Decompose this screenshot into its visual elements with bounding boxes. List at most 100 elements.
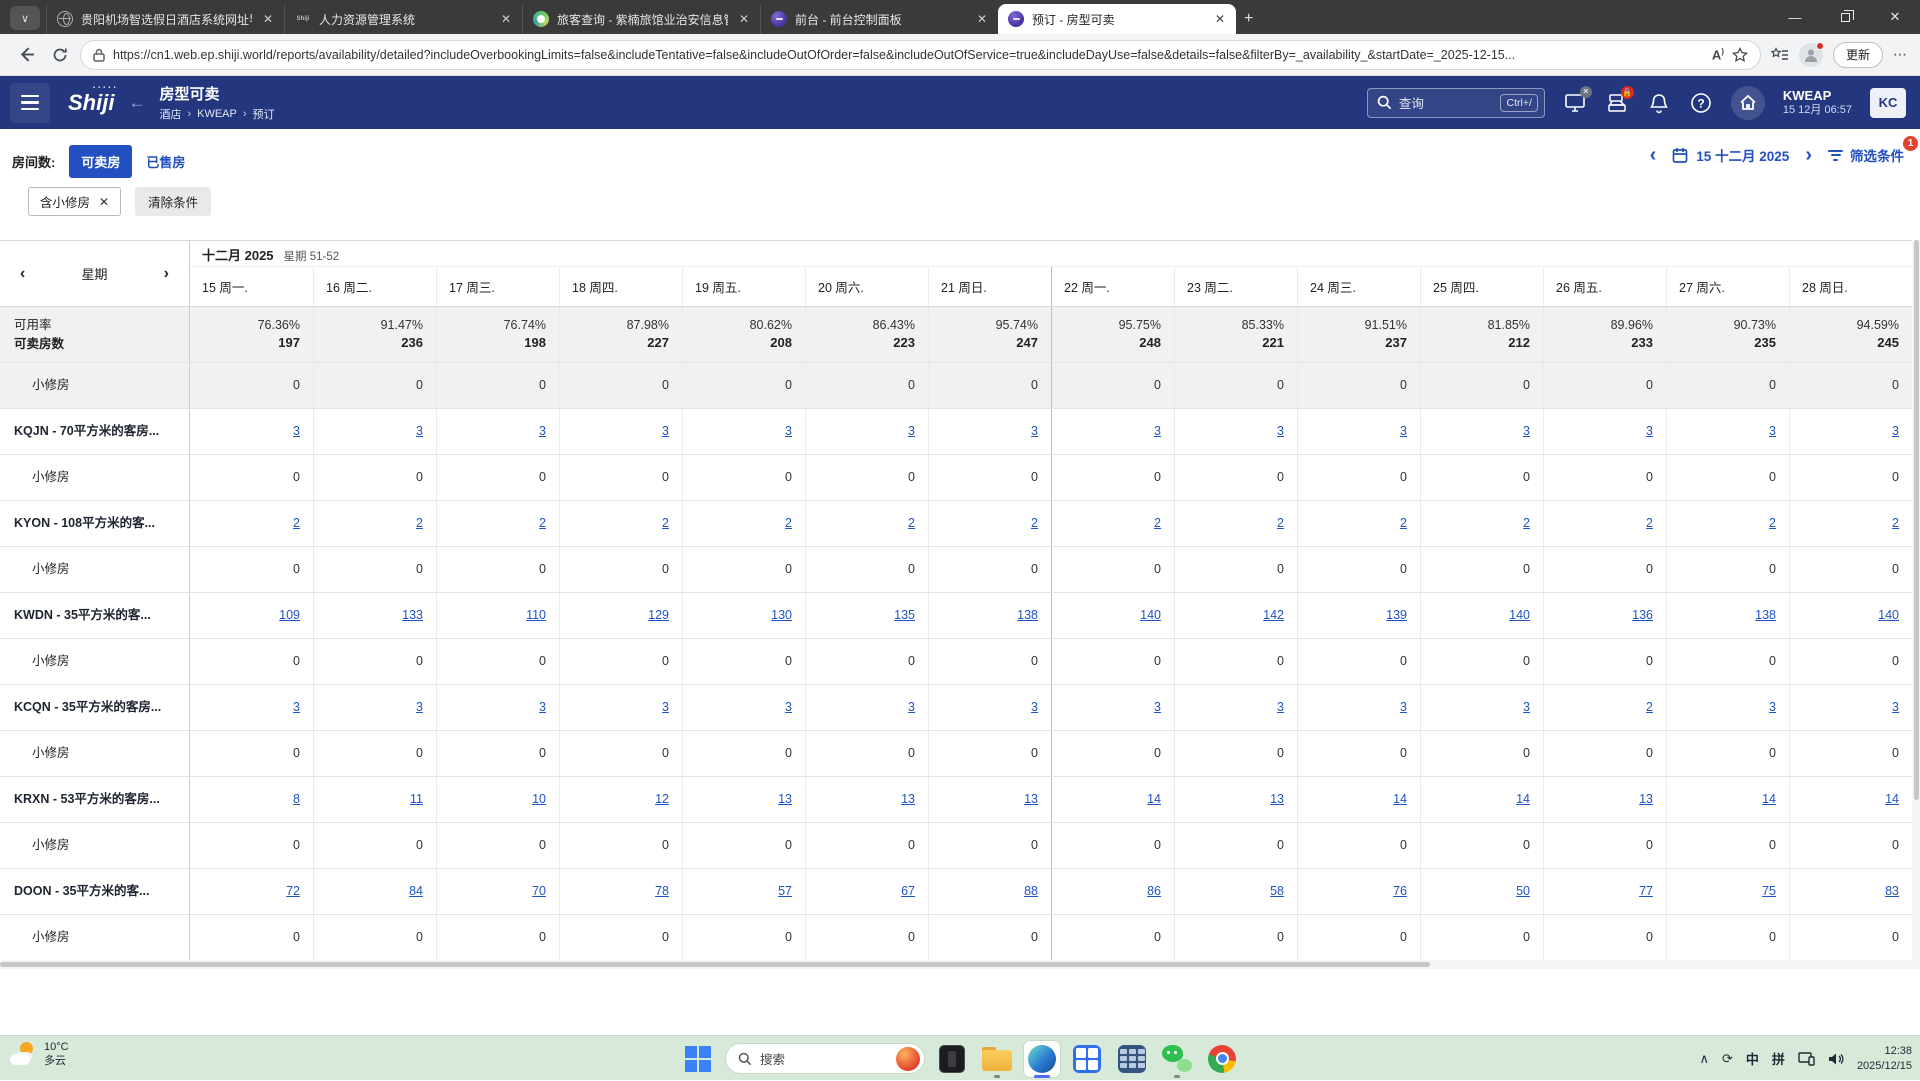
availability-link[interactable]: 3 [1154, 699, 1161, 717]
availability-link[interactable]: 2 [1892, 515, 1899, 533]
room-type-cell[interactable]: 3 [928, 685, 1051, 730]
availability-link[interactable]: 2 [785, 515, 792, 533]
chip-remove-icon[interactable]: ✕ [99, 195, 109, 209]
availability-link[interactable]: 11 [410, 791, 423, 809]
availability-link[interactable]: 2 [662, 515, 669, 533]
room-type-cell[interactable]: 3 [436, 409, 559, 454]
tab-close-icon[interactable]: ✕ [498, 12, 514, 26]
room-type-cell[interactable]: 3 [190, 409, 313, 454]
room-type-cell[interactable]: 2 [1420, 501, 1543, 546]
room-type-cell[interactable]: 12 [559, 777, 682, 822]
availability-link[interactable]: 3 [1277, 423, 1284, 441]
room-type-cell[interactable]: 2 [1297, 501, 1420, 546]
room-type-cell[interactable]: 72 [190, 869, 313, 914]
availability-link[interactable]: 140 [1140, 607, 1161, 625]
cashier-icon[interactable]: 🔒 [1605, 91, 1629, 115]
user-avatar[interactable]: KC [1870, 88, 1906, 118]
display-device-icon[interactable] [1798, 1052, 1815, 1066]
room-type-cell[interactable]: 138 [1666, 593, 1789, 638]
room-type-cell[interactable]: 14 [1789, 777, 1912, 822]
room-type-cell[interactable]: 14 [1297, 777, 1420, 822]
room-type-cell[interactable]: 2 [190, 501, 313, 546]
room-type-cell[interactable]: 2 [1666, 501, 1789, 546]
week-prev-icon[interactable]: ‹ [20, 266, 25, 282]
date-next-icon[interactable]: › [1805, 145, 1812, 165]
room-type-cell[interactable]: 3 [1543, 409, 1666, 454]
favorite-star-icon[interactable] [1732, 47, 1748, 63]
room-type-cell[interactable]: 140 [1789, 593, 1912, 638]
availability-link[interactable]: 133 [402, 607, 423, 625]
room-type-cell[interactable]: 133 [313, 593, 436, 638]
availability-link[interactable]: 3 [1031, 699, 1038, 717]
taskbar-search-input[interactable]: 搜索 [725, 1043, 925, 1074]
room-type-cell[interactable]: 139 [1297, 593, 1420, 638]
taskbar-weather-widget[interactable]: 10°C 多云 [10, 1040, 69, 1069]
workstation-icon[interactable]: ✕ [1563, 91, 1587, 115]
availability-link[interactable]: 67 [901, 883, 915, 901]
room-type-cell[interactable]: 3 [1297, 685, 1420, 730]
room-type-cell[interactable]: 3 [436, 685, 559, 730]
availability-link[interactable]: 135 [894, 607, 915, 625]
volume-icon[interactable] [1828, 1052, 1844, 1066]
availability-link[interactable]: 136 [1632, 607, 1653, 625]
room-type-cell[interactable]: 50 [1420, 869, 1543, 914]
room-type-cell[interactable]: 3 [1420, 685, 1543, 730]
tab-close-icon[interactable]: ✕ [974, 12, 990, 26]
sellable-rooms-toggle[interactable]: 可卖房 [69, 145, 132, 178]
date-prev-icon[interactable]: ‹ [1650, 145, 1657, 165]
tray-sync-icon[interactable]: ⟳ [1722, 1051, 1733, 1067]
room-type-cell[interactable]: 3 [1051, 409, 1174, 454]
availability-link[interactable]: 76 [1393, 883, 1407, 901]
room-type-cell[interactable]: 57 [682, 869, 805, 914]
room-type-cell[interactable]: 13 [928, 777, 1051, 822]
ime-language-indicator[interactable]: 中 [1746, 1049, 1759, 1068]
availability-link[interactable]: 2 [1400, 515, 1407, 533]
room-type-cell[interactable]: 3 [805, 409, 928, 454]
room-type-cell[interactable]: 13 [1174, 777, 1297, 822]
availability-link[interactable]: 13 [1639, 791, 1653, 809]
availability-link[interactable]: 77 [1639, 883, 1653, 901]
ime-scheme-indicator[interactable]: 拼 [1772, 1049, 1785, 1068]
room-type-cell[interactable]: 140 [1051, 593, 1174, 638]
availability-link[interactable]: 3 [1154, 423, 1161, 441]
tab-close-icon[interactable]: ✕ [736, 12, 752, 26]
availability-link[interactable]: 2 [293, 515, 300, 533]
availability-link[interactable]: 3 [1400, 699, 1407, 717]
room-type-cell[interactable]: 2 [436, 501, 559, 546]
availability-link[interactable]: 14 [1885, 791, 1899, 809]
breadcrumb-hotel[interactable]: 酒店 [159, 106, 181, 122]
availability-link[interactable]: 3 [1769, 699, 1776, 717]
date-picker[interactable]: 15 十二月 2025 [1672, 145, 1789, 165]
refresh-icon[interactable] [46, 41, 74, 69]
room-type-cell[interactable]: 136 [1543, 593, 1666, 638]
availability-link[interactable]: 57 [778, 883, 792, 901]
availability-link[interactable]: 130 [771, 607, 792, 625]
availability-link[interactable]: 86 [1147, 883, 1161, 901]
room-type-cell[interactable]: 3 [1666, 685, 1789, 730]
availability-link[interactable]: 84 [409, 883, 423, 901]
availability-link[interactable]: 14 [1393, 791, 1407, 809]
horizontal-scrollbar[interactable] [0, 960, 1912, 969]
room-type-cell[interactable]: 77 [1543, 869, 1666, 914]
room-type-cell[interactable]: 13 [682, 777, 805, 822]
room-type-cell[interactable]: 10 [436, 777, 559, 822]
availability-link[interactable]: 3 [1277, 699, 1284, 717]
room-type-cell[interactable]: 2 [1543, 685, 1666, 730]
room-type-cell[interactable]: 3 [313, 685, 436, 730]
room-type-cell[interactable]: 3 [1420, 409, 1543, 454]
browser-menu-icon[interactable]: ⋯ [1893, 46, 1908, 63]
room-type-cell[interactable]: 2 [1789, 501, 1912, 546]
availability-link[interactable]: 3 [1769, 423, 1776, 441]
room-type-cell[interactable]: 83 [1789, 869, 1912, 914]
tab-close-icon[interactable]: ✕ [1212, 12, 1228, 26]
room-type-cell[interactable]: 3 [682, 685, 805, 730]
availability-link[interactable]: 3 [1646, 423, 1653, 441]
availability-link[interactable]: 13 [901, 791, 915, 809]
favorites-bar-icon[interactable] [1771, 47, 1789, 63]
week-next-icon[interactable]: › [164, 266, 169, 282]
room-type-cell[interactable]: 14 [1420, 777, 1543, 822]
availability-link[interactable]: 2 [1769, 515, 1776, 533]
tray-expand-icon[interactable]: ∧ [1699, 1051, 1709, 1067]
availability-link[interactable]: 10 [532, 791, 546, 809]
room-type-cell[interactable]: 3 [313, 409, 436, 454]
